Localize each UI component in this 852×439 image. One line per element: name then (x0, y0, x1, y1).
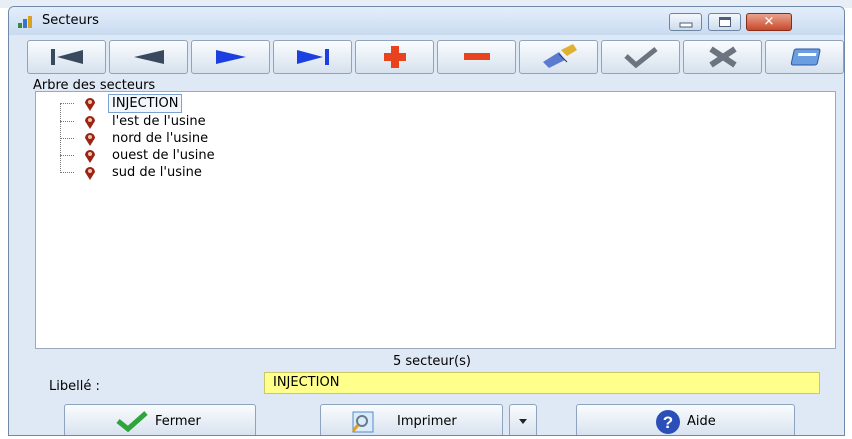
add-button[interactable] (355, 40, 434, 74)
cancel-button[interactable] (683, 40, 762, 74)
aide-label: Aide (687, 414, 716, 429)
location-pin-icon (85, 150, 95, 163)
first-record-button[interactable] (27, 40, 106, 74)
validate-button[interactable] (601, 40, 680, 74)
edit-button[interactable] (519, 40, 598, 74)
fermer-button[interactable]: Fermer (64, 404, 256, 435)
chevron-down-icon (519, 419, 527, 424)
maximize-button[interactable] (708, 13, 741, 31)
sector-tree[interactable]: INJECTION l'est de l'usine nord de l'usi… (35, 91, 836, 349)
minimize-button[interactable] (669, 13, 702, 31)
minimize-icon (679, 22, 692, 28)
close-icon: ✕ (763, 14, 775, 30)
brush-icon (542, 44, 577, 68)
tree-connector (60, 103, 61, 171)
close-button[interactable]: ✕ (746, 13, 792, 31)
sector-count: 5 secteur(s) (393, 354, 471, 369)
check-icon (623, 47, 658, 68)
imprimer-dropdown-button[interactable] (509, 404, 537, 435)
window-title: Secteurs (42, 13, 99, 28)
next-icon (215, 50, 246, 64)
toolbar (27, 40, 844, 76)
help-icon: ? (656, 410, 680, 434)
minus-icon (463, 53, 490, 60)
tree-item-label: sud de l'usine (112, 165, 202, 180)
location-pin-icon (85, 167, 95, 180)
location-pin-icon (85, 133, 95, 146)
imprimer-button[interactable]: Imprimer (320, 404, 503, 435)
plus-icon (383, 46, 406, 68)
title-bar: Secteurs ✕ (9, 7, 844, 35)
delete-button[interactable] (437, 40, 516, 74)
window-icon (790, 48, 820, 66)
previous-record-button[interactable] (109, 40, 188, 74)
cross-icon (708, 46, 737, 68)
location-pin-icon (85, 116, 95, 129)
tree-item-label: INJECTION (108, 94, 183, 113)
last-icon (296, 49, 329, 65)
tree-item-label: l'est de l'usine (112, 114, 206, 129)
libelle-field[interactable]: INJECTION (264, 372, 820, 394)
libelle-label: Libellé : (49, 379, 100, 394)
tree-item-label: nord de l'usine (112, 131, 209, 146)
fermer-label: Fermer (155, 414, 201, 429)
view-button[interactable] (765, 40, 844, 74)
imprimer-label: Imprimer (397, 414, 457, 429)
sectors-app-icon (18, 16, 34, 28)
tree-item-label: ouest de l'usine (112, 148, 215, 163)
location-pin-icon (85, 98, 95, 111)
next-record-button[interactable] (191, 40, 270, 74)
last-record-button[interactable] (273, 40, 352, 74)
svg-text:?: ? (663, 413, 673, 432)
check-icon (116, 411, 148, 432)
maximize-icon (718, 17, 731, 27)
print-preview-icon (351, 411, 374, 433)
aide-button[interactable]: ? Aide (576, 404, 795, 435)
first-icon (50, 49, 83, 65)
previous-icon (133, 50, 164, 64)
secteurs-window: Secteurs ✕ Arbre des secteurs INJECTION … (8, 6, 845, 436)
